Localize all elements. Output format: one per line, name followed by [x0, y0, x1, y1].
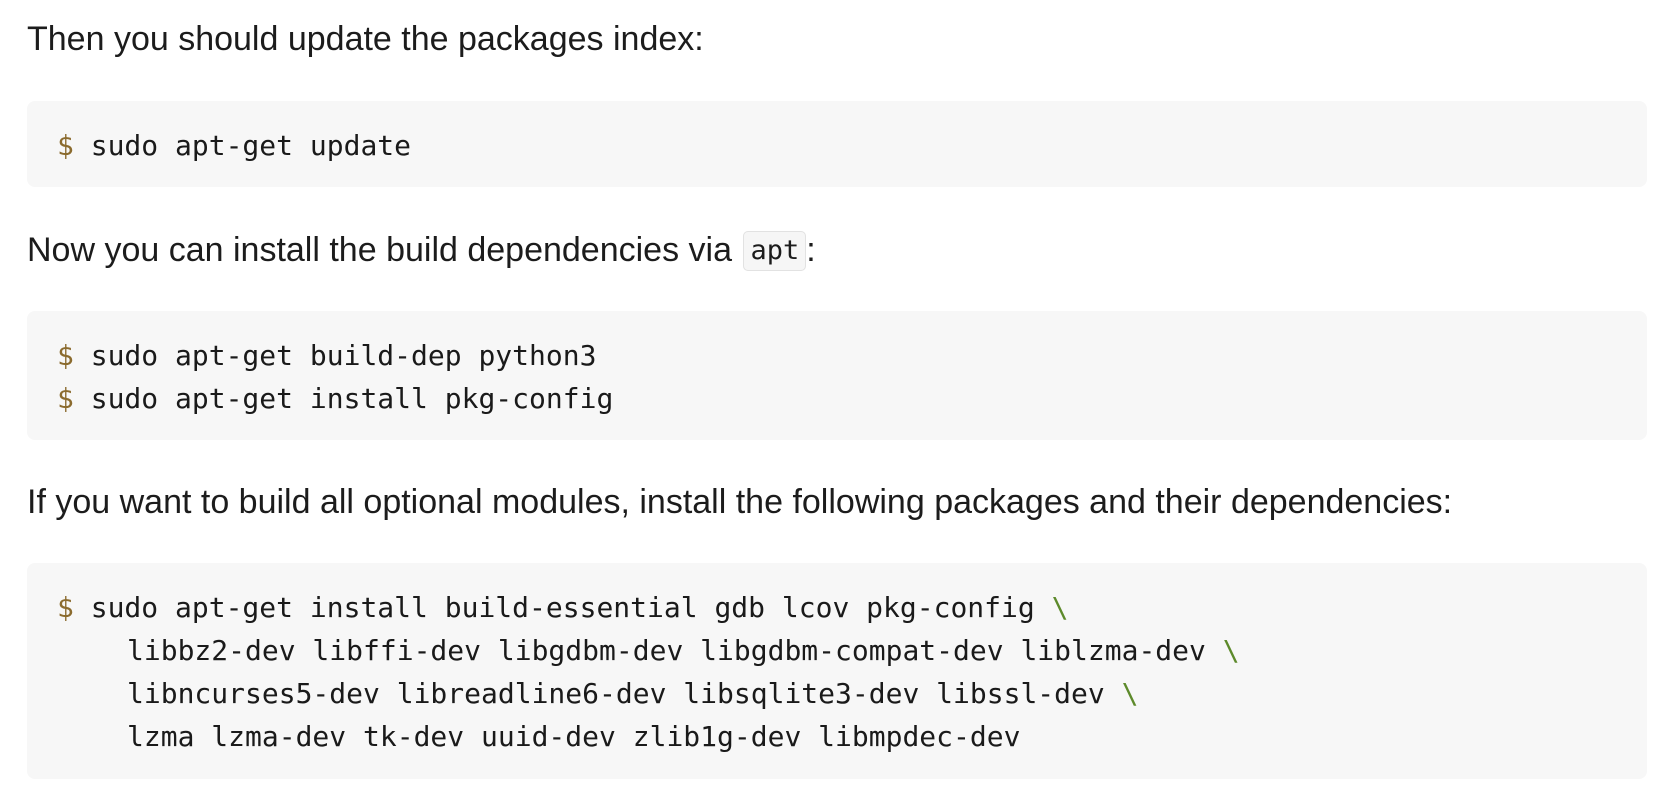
inline-code-apt: apt: [743, 231, 807, 271]
install-intro-suffix: :: [806, 231, 816, 269]
shell-prompt: $: [57, 382, 74, 415]
line-continuation: \: [1222, 634, 1240, 667]
optional-packages-code-block[interactable]: $ sudo apt-get install build-essential g…: [27, 563, 1647, 779]
code-line: $ sudo apt-get install build-essential g…: [57, 586, 1647, 629]
code-line: $ sudo apt-get update: [57, 124, 1647, 167]
command-text: sudo apt-get install build-essential gdb…: [90, 591, 1035, 624]
command-text: libncurses5-dev libreadline6-dev libsqli…: [127, 677, 1105, 710]
command-text: lzma lzma-dev tk-dev uuid-dev zlib1g-dev…: [127, 720, 1021, 753]
code-line: $ sudo apt-get install pkg-config: [57, 377, 1647, 420]
shell-prompt: $: [57, 339, 74, 372]
code-line: libncurses5-dev libreadline6-dev libsqli…: [57, 672, 1647, 715]
code-line: libbz2-dev libffi-dev libgdbm-dev libgdb…: [57, 629, 1647, 672]
command-text: sudo apt-get update: [90, 129, 412, 162]
build-deps-code-block[interactable]: $ sudo apt-get build-dep python3 $ sudo …: [27, 311, 1647, 440]
line-continuation: \: [1051, 591, 1069, 624]
command-text: sudo apt-get install pkg-config: [90, 382, 614, 415]
line-continuation: \: [1121, 677, 1139, 710]
update-intro-text: Then you should update the packages inde…: [27, 20, 704, 58]
shell-prompt: $: [57, 129, 74, 162]
shell-prompt: $: [57, 591, 74, 624]
code-line: lzma lzma-dev tk-dev uuid-dev zlib1g-dev…: [57, 715, 1647, 758]
install-intro-prefix: Now you can install the build dependenci…: [27, 231, 742, 269]
command-text: libbz2-dev libffi-dev libgdbm-dev libgdb…: [127, 634, 1206, 667]
optional-intro-text: If you want to build all optional module…: [27, 483, 1453, 521]
command-text: sudo apt-get build-dep python3: [90, 339, 597, 372]
code-line: $ sudo apt-get build-dep python3: [57, 334, 1647, 377]
install-intro-text: Now you can install the build dependenci…: [27, 230, 816, 271]
update-code-block[interactable]: $ sudo apt-get update: [27, 101, 1647, 187]
